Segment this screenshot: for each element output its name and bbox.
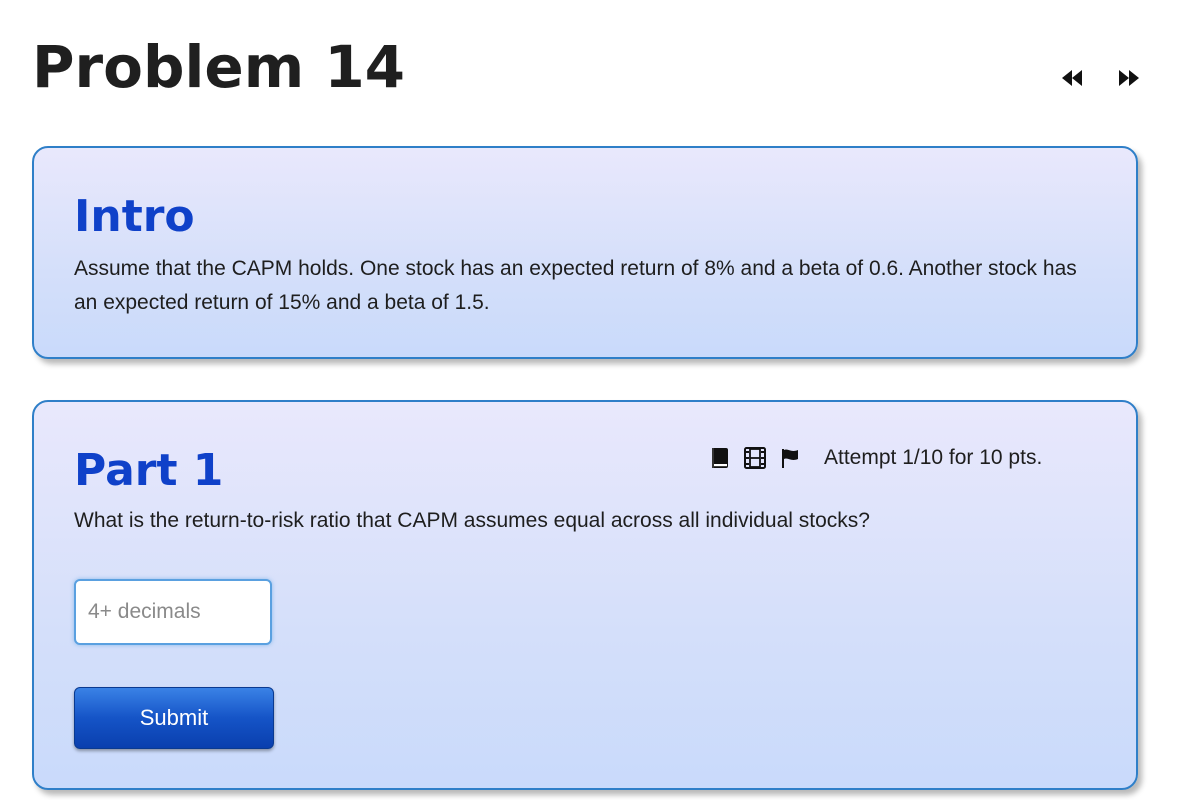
part-1-card: Part 1 Attempt 1/10 for 10 pts. What is … — [32, 400, 1138, 790]
previous-problem-button[interactable] — [1061, 68, 1083, 88]
intro-text: Assume that the CAPM holds. One stock ha… — [74, 257, 1077, 314]
next-problem-button[interactable] — [1118, 68, 1140, 88]
part-toolbar: Attempt 1/10 for 10 pts. — [710, 446, 1042, 470]
intro-card: Intro Assume that the CAPM holds. One st… — [32, 146, 1138, 359]
submit-button[interactable]: Submit — [74, 687, 274, 749]
flag-icon[interactable] — [780, 447, 800, 469]
answer-input[interactable] — [74, 579, 272, 645]
fast-backward-icon — [1061, 68, 1083, 88]
fast-forward-icon — [1118, 68, 1140, 88]
film-icon[interactable] — [744, 447, 766, 469]
page-title: Problem 14 — [32, 33, 406, 101]
book-icon[interactable] — [710, 447, 730, 469]
intro-heading: Intro — [74, 191, 195, 242]
part-heading: Part 1 — [74, 445, 224, 496]
attempt-counter: Attempt 1/10 for 10 pts. — [824, 446, 1043, 469]
question-text: What is the return-to-risk ratio that CA… — [74, 509, 870, 532]
